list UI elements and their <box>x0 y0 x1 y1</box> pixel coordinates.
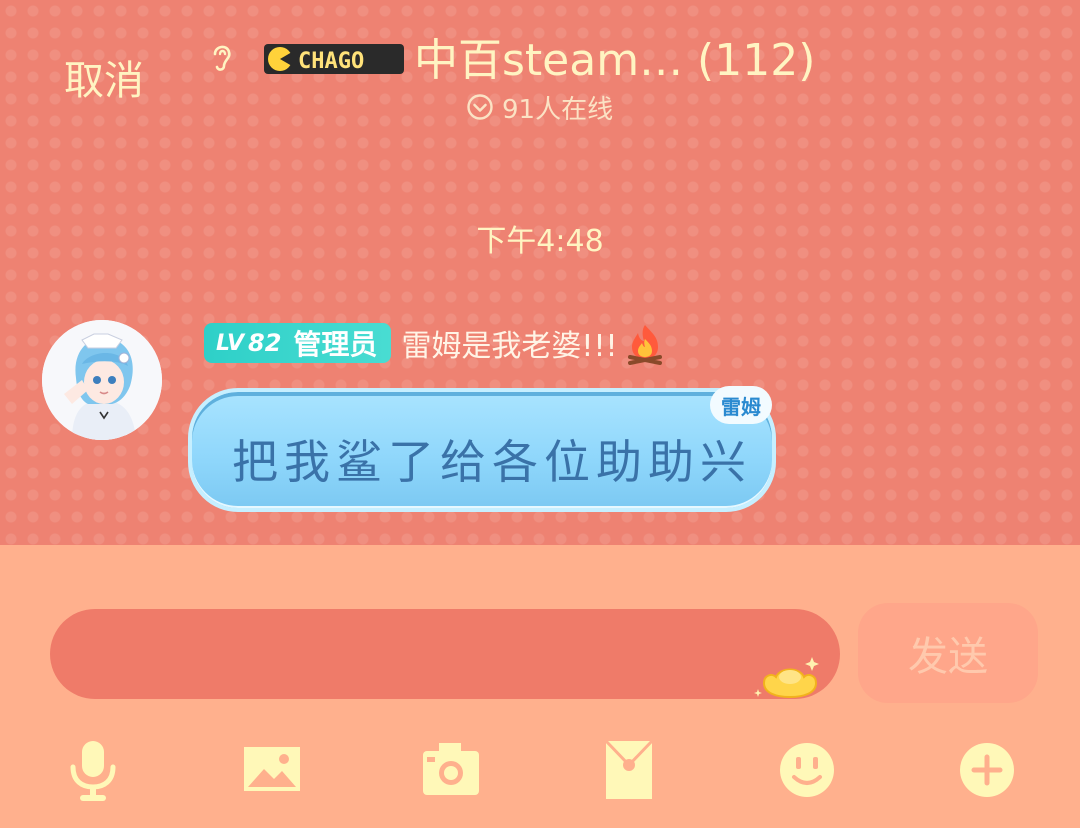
sender-row: LV 82 管理员 雷姆是我老婆!!! <box>204 321 666 365</box>
level-number: 82 <box>248 329 282 357</box>
avatar[interactable] <box>42 320 162 440</box>
red-packet-icon[interactable] <box>594 735 664 805</box>
admin-level-badge: LV 82 管理员 <box>204 323 392 363</box>
sender-nickname[interactable]: 雷姆是我老婆!!! <box>401 321 617 365</box>
composer: 发送 <box>0 545 1080 828</box>
emoji-icon[interactable] <box>772 735 842 805</box>
plus-icon[interactable] <box>952 735 1022 805</box>
chat-area: 取消 CHAGO 中百steam… (112) 91人在线 下午4:48 LV … <box>0 0 1080 545</box>
message-text: 把我鲨了给各位助助兴 <box>232 435 752 489</box>
cancel-button[interactable]: 取消 <box>64 48 144 106</box>
chevron-down-circle-icon <box>467 94 493 120</box>
image-icon[interactable] <box>236 735 306 805</box>
camera-icon[interactable] <box>415 735 485 805</box>
microphone-icon[interactable] <box>58 735 128 805</box>
online-count: 91人在线 <box>502 94 614 125</box>
gold-ingot-icon[interactable] <box>750 653 830 703</box>
fire-icon <box>627 325 662 365</box>
svg-text:CHAGO: CHAGO <box>298 49 364 74</box>
message-input[interactable] <box>50 609 840 699</box>
level-prefix: LV <box>216 330 245 356</box>
message-timestamp: 下午4:48 <box>476 224 604 259</box>
chago-logo: CHAGO <box>264 44 404 74</box>
chat-header: 取消 CHAGO 中百steam… (112) 91人在线 <box>0 0 1080 140</box>
ear-icon[interactable] <box>206 40 236 74</box>
bubble-decoration-tag: 雷姆 <box>710 386 772 424</box>
role-label: 管理员 <box>293 328 378 361</box>
send-button[interactable]: 发送 <box>858 603 1038 703</box>
group-title[interactable]: 中百steam… (112) <box>414 24 815 88</box>
online-status[interactable]: 91人在线 <box>466 90 614 125</box>
composer-toolbar <box>0 715 1080 828</box>
message-bubble[interactable]: 把我鲨了给各位助助兴 雷姆 <box>188 386 776 512</box>
avatar-image <box>42 320 162 440</box>
